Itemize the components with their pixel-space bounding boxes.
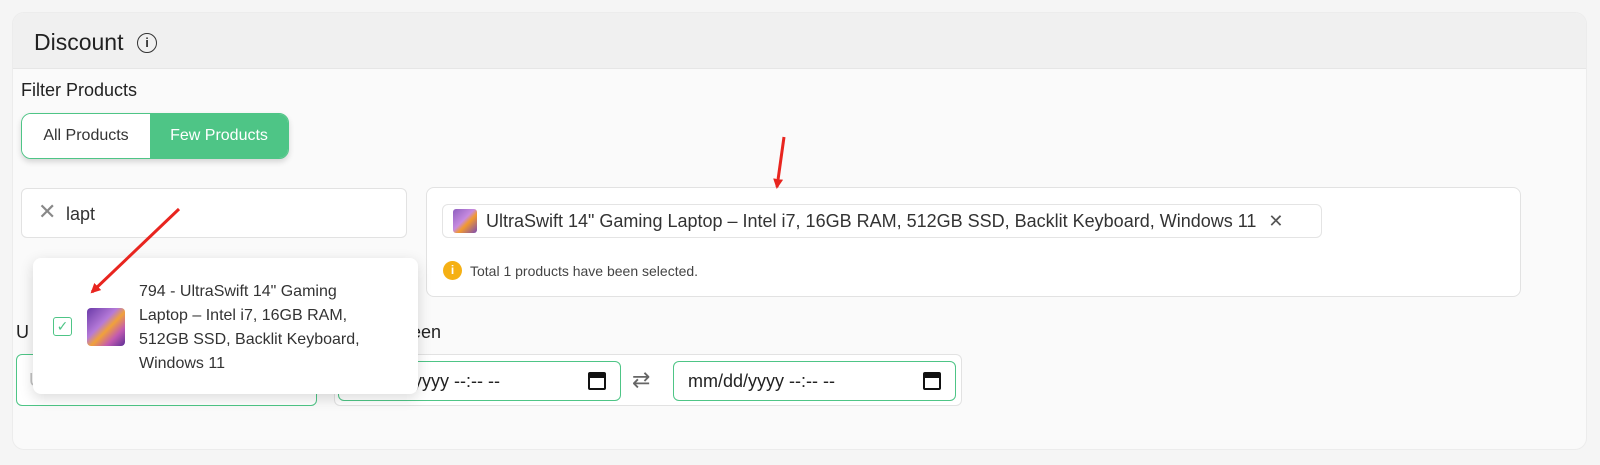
product-thumbnail-icon	[453, 209, 477, 233]
few-products-option[interactable]: Few Products	[150, 114, 288, 158]
info-icon[interactable]: i	[137, 33, 157, 53]
card-title: Discount	[34, 29, 124, 55]
clear-search-icon[interactable]: ✕	[38, 199, 56, 225]
result-checkbox[interactable]: ✓	[53, 317, 72, 336]
product-thumbnail-icon	[87, 308, 125, 346]
date-range-group: mm/dd/yyyy --:-- -- ⇄ mm/dd/yyyy --:-- -…	[334, 354, 962, 406]
info-warning-icon: i	[443, 261, 462, 280]
selection-summary: i Total 1 products have been selected.	[443, 261, 698, 280]
filter-products-label: Filter Products	[21, 80, 138, 100]
calendar-icon[interactable]	[923, 372, 941, 390]
selected-products-panel: UltraSwift 14" Gaming Laptop – Intel i7,…	[426, 187, 1521, 297]
end-date-text: mm/dd/yyyy --:-- --	[688, 370, 835, 391]
product-filter-toggle: All Products Few Products	[21, 113, 289, 159]
search-results-dropdown: ✓ 794 - UltraSwift 14" Gaming Laptop – I…	[33, 258, 418, 394]
result-item-label[interactable]: 794 - UltraSwift 14" Gaming Laptop – Int…	[139, 280, 389, 376]
selection-summary-text: Total 1 products have been selected.	[470, 262, 699, 279]
product-search-input[interactable]	[66, 201, 386, 227]
selected-product-chip: UltraSwift 14" Gaming Laptop – Intel i7,…	[442, 204, 1322, 238]
remove-chip-icon[interactable]: ✕	[1268, 211, 1283, 232]
card-header: Discount i	[13, 13, 1586, 69]
usage-limit-label: U	[16, 322, 29, 342]
swap-arrows-icon: ⇄	[632, 367, 651, 392]
end-date-input[interactable]: mm/dd/yyyy --:-- --	[673, 361, 956, 401]
chip-label: UltraSwift 14" Gaming Laptop – Intel i7,…	[486, 210, 1257, 231]
all-products-option[interactable]: All Products	[22, 114, 150, 158]
calendar-icon[interactable]	[588, 372, 606, 390]
product-search-box: ✕	[21, 188, 407, 238]
